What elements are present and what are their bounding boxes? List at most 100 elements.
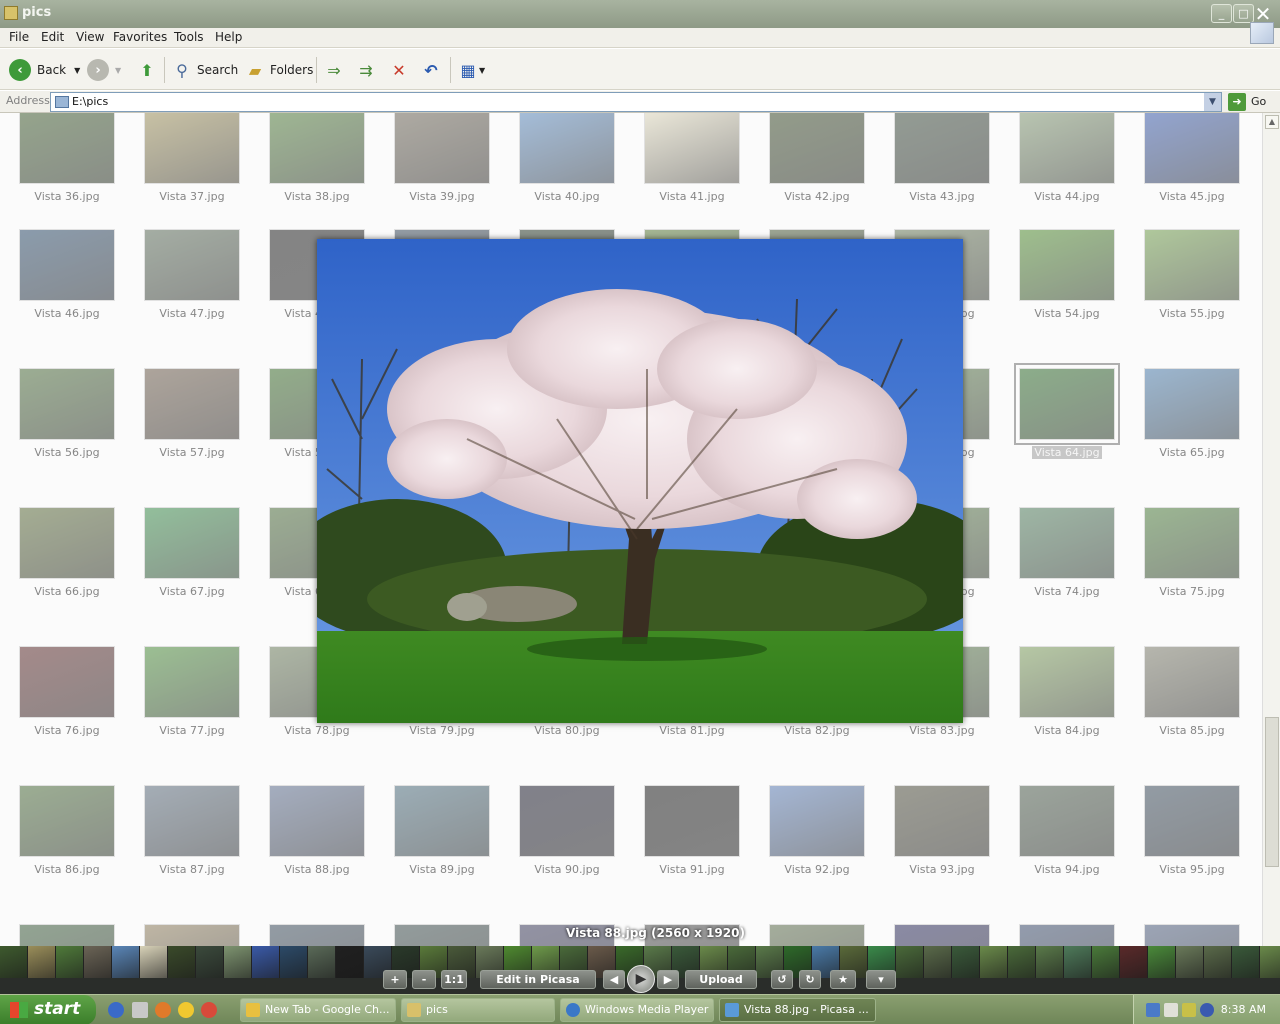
- search-button[interactable]: ⚲ Search: [171, 57, 238, 83]
- filmstrip-thumbnail[interactable]: [1036, 946, 1064, 978]
- filmstrip-thumbnail[interactable]: [1064, 946, 1092, 978]
- messenger-icon[interactable]: [178, 1002, 194, 1018]
- volume-icon[interactable]: [1164, 1003, 1178, 1017]
- file-item[interactable]: Vista 89.jpg: [388, 785, 496, 921]
- filmstrip-thumbnail[interactable]: [252, 946, 280, 978]
- filmstrip-thumbnail[interactable]: [224, 946, 252, 978]
- delete-button[interactable]: ✕: [388, 57, 410, 83]
- file-item[interactable]: Vista 75.jpg: [1138, 507, 1246, 643]
- chrome-icon[interactable]: [201, 1002, 217, 1018]
- rotate-left-icon[interactable]: ↺: [771, 970, 793, 989]
- filmstrip-thumbnail[interactable]: [0, 946, 28, 978]
- taskbar-item-media-player[interactable]: Windows Media Player: [560, 998, 714, 1022]
- file-item[interactable]: Vista 44.jpg: [1013, 113, 1121, 248]
- file-item[interactable]: Vista 84.jpg: [1013, 646, 1121, 782]
- file-item[interactable]: [1138, 924, 1246, 946]
- file-item[interactable]: Vista 56.jpg: [13, 368, 121, 504]
- file-item[interactable]: Vista 86.jpg: [13, 785, 121, 921]
- chevron-down-icon[interactable]: ▼: [1204, 93, 1221, 111]
- filmstrip-thumbnail[interactable]: [1232, 946, 1260, 978]
- file-item[interactable]: Vista 93.jpg: [888, 785, 996, 921]
- vertical-scrollbar[interactable]: ▲: [1262, 113, 1280, 946]
- filmstrip-thumbnail[interactable]: [196, 946, 224, 978]
- file-item[interactable]: Vista 57.jpg: [138, 368, 246, 504]
- filmstrip-thumbnail[interactable]: [308, 946, 336, 978]
- file-item[interactable]: Vista 64.jpg: [1013, 363, 1121, 504]
- filmstrip-thumbnail[interactable]: [1260, 946, 1280, 978]
- file-item[interactable]: Vista 41.jpg: [638, 113, 746, 248]
- filmstrip-thumbnail[interactable]: [140, 946, 168, 978]
- file-item[interactable]: [888, 924, 996, 946]
- filmstrip-thumbnail[interactable]: [1092, 946, 1120, 978]
- filmstrip-thumbnail[interactable]: [84, 946, 112, 978]
- filmstrip-thumbnail[interactable]: [896, 946, 924, 978]
- file-item[interactable]: Vista 91.jpg: [638, 785, 746, 921]
- address-input[interactable]: E:\pics ▼: [50, 92, 1222, 112]
- next-photo-icon[interactable]: ▶: [657, 970, 679, 989]
- views-button[interactable]: ▦ ▼: [457, 57, 485, 83]
- file-item[interactable]: [1013, 924, 1121, 946]
- file-item[interactable]: [263, 924, 371, 946]
- file-item[interactable]: Vista 77.jpg: [138, 646, 246, 782]
- file-item[interactable]: Vista 54.jpg: [1013, 229, 1121, 365]
- zoom-out-button[interactable]: -: [412, 970, 436, 989]
- play-slideshow-button[interactable]: ▶: [627, 965, 655, 993]
- menu-help[interactable]: Help: [215, 30, 242, 44]
- show-desktop-icon[interactable]: [108, 1002, 124, 1018]
- file-item[interactable]: Vista 36.jpg: [13, 113, 121, 248]
- filmstrip-thumbnail[interactable]: [56, 946, 84, 978]
- go-button[interactable]: Go: [1251, 95, 1266, 108]
- file-item[interactable]: [763, 924, 871, 946]
- more-options-icon[interactable]: ▾: [866, 970, 896, 989]
- taskbar-item-pics[interactable]: pics: [401, 998, 555, 1022]
- file-item[interactable]: Vista 87.jpg: [138, 785, 246, 921]
- folders-button[interactable]: ▰ Folders: [244, 57, 314, 83]
- move-to-button[interactable]: ⇒: [323, 57, 345, 83]
- start-button[interactable]: start: [0, 995, 96, 1024]
- back-button[interactable]: ‹ Back ▼: [9, 57, 80, 83]
- actual-size-button[interactable]: 1:1: [441, 970, 467, 989]
- file-item[interactable]: Vista 55.jpg: [1138, 229, 1246, 365]
- file-item[interactable]: Vista 90.jpg: [513, 785, 621, 921]
- file-item[interactable]: Vista 45.jpg: [1138, 113, 1246, 248]
- minimize-button[interactable]: _: [1211, 4, 1232, 23]
- filmstrip-thumbnail[interactable]: [280, 946, 308, 978]
- filmstrip-thumbnail[interactable]: [168, 946, 196, 978]
- file-item[interactable]: [388, 924, 496, 946]
- rotate-right-icon[interactable]: ↻: [799, 970, 821, 989]
- file-item[interactable]: Vista 74.jpg: [1013, 507, 1121, 643]
- filmstrip-thumbnail[interactable]: [924, 946, 952, 978]
- photo-viewer-image[interactable]: [317, 239, 963, 723]
- filmstrip-thumbnail[interactable]: [112, 946, 140, 978]
- zoom-in-button[interactable]: +: [383, 970, 407, 989]
- file-item[interactable]: Vista 47.jpg: [138, 229, 246, 365]
- upload-button[interactable]: Upload: [685, 970, 757, 989]
- menu-favorites[interactable]: Favorites: [113, 30, 167, 44]
- menu-tools[interactable]: Tools: [174, 30, 204, 44]
- star-icon[interactable]: ★: [830, 970, 856, 989]
- file-item[interactable]: Vista 38.jpg: [263, 113, 371, 248]
- filmstrip-thumbnail[interactable]: [336, 946, 364, 978]
- menu-file[interactable]: File: [9, 30, 29, 44]
- go-arrow-icon[interactable]: ➜: [1228, 93, 1246, 111]
- undo-button[interactable]: ↶: [420, 57, 442, 83]
- filmstrip-thumbnail[interactable]: [1148, 946, 1176, 978]
- up-folder-button[interactable]: ⬆: [136, 57, 158, 83]
- file-item[interactable]: Vista 85.jpg: [1138, 646, 1246, 782]
- copy-to-button[interactable]: ⇉: [355, 57, 377, 83]
- file-item[interactable]: Vista 94.jpg: [1013, 785, 1121, 921]
- file-item[interactable]: Vista 66.jpg: [13, 507, 121, 643]
- calculator-icon[interactable]: [132, 1002, 148, 1018]
- forward-button[interactable]: › ▼: [87, 57, 121, 83]
- file-item[interactable]: Vista 39.jpg: [388, 113, 496, 248]
- file-item[interactable]: Vista 43.jpg: [888, 113, 996, 248]
- taskbar-item-picasa[interactable]: Vista 88.jpg - Picasa ...: [719, 998, 876, 1022]
- firefox-icon[interactable]: [155, 1002, 171, 1018]
- file-item[interactable]: Vista 46.jpg: [13, 229, 121, 365]
- filmstrip-thumbnail[interactable]: [980, 946, 1008, 978]
- file-item[interactable]: Vista 65.jpg: [1138, 368, 1246, 504]
- security-icon[interactable]: [1182, 1003, 1196, 1017]
- file-item[interactable]: Vista 40.jpg: [513, 113, 621, 248]
- edit-in-picasa-button[interactable]: Edit in Picasa: [480, 970, 596, 989]
- file-item[interactable]: [13, 924, 121, 946]
